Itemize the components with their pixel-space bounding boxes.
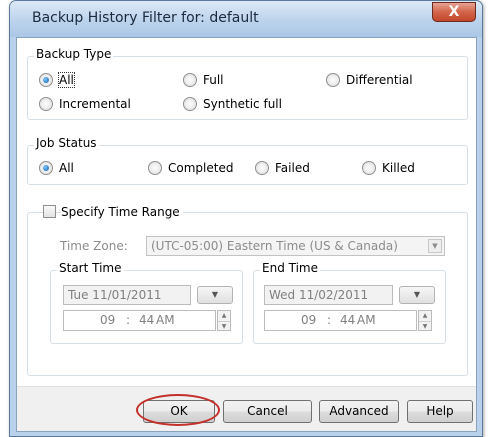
start-time-legend: Start Time (57, 261, 124, 275)
backup-type-synthetic-full-label: Synthetic full (203, 97, 282, 111)
start-date-dropdown-button[interactable]: ▼ (197, 286, 233, 304)
job-status-failed-label: Failed (275, 161, 310, 175)
backup-type-synthetic-full-radio[interactable]: Synthetic full (183, 97, 282, 111)
radio-selected-icon (39, 73, 53, 87)
radio-selected-icon (39, 161, 53, 175)
radio-icon (255, 161, 269, 175)
backup-type-all-radio[interactable]: All (39, 72, 75, 88)
start-hour: 09 (100, 313, 116, 327)
ok-button[interactable]: OK (143, 400, 215, 423)
chevron-down-icon: ▼ (428, 239, 442, 253)
radio-icon (39, 97, 53, 111)
backup-type-incremental-label: Incremental (59, 97, 131, 111)
job-status-legend: Job Status (34, 136, 99, 150)
cancel-button[interactable]: Cancel (223, 400, 312, 423)
job-status-all-radio[interactable]: All (39, 161, 74, 175)
end-time-legend: End Time (260, 261, 320, 275)
end-date-value: Wed 11/02/2011 (269, 288, 369, 302)
spinner-down-icon[interactable]: ▼ (218, 320, 230, 331)
spinner-up-icon[interactable]: ▲ (419, 311, 431, 321)
end-time-spinner[interactable]: ▲ ▼ (418, 310, 432, 331)
spinner-down-icon[interactable]: ▼ (419, 320, 431, 331)
dialog-body: Backup Type All Full Differential Increm… (16, 37, 477, 432)
end-time-separator: : (327, 313, 332, 327)
dialog-window: Backup History Filter for: default X Bac… (9, 0, 483, 437)
start-date-field[interactable]: Tue 11/01/2011 (63, 285, 191, 305)
time-zone-select[interactable]: (UTC-05:00) Eastern Time (US & Canada) ▼ (146, 236, 445, 256)
close-button[interactable]: X (432, 2, 476, 22)
start-time-group: Start Time (50, 261, 243, 344)
window-title: Backup History Filter for: default (32, 10, 259, 26)
end-hour: 09 (301, 313, 317, 327)
job-status-killed-label: Killed (382, 161, 415, 175)
end-ampm: AM (357, 313, 376, 327)
start-time-field[interactable]: 09 : 44 AM (63, 310, 216, 331)
advanced-button[interactable]: Advanced (319, 400, 399, 423)
radio-icon (326, 73, 340, 87)
backup-type-full-label: Full (203, 73, 224, 87)
backup-type-differential-radio[interactable]: Differential (326, 73, 413, 87)
specify-time-range-checkbox[interactable] (43, 205, 56, 218)
backup-type-all-label: All (58, 72, 75, 88)
radio-icon (183, 73, 197, 87)
title-bar[interactable]: Backup History Filter for: default X (10, 1, 482, 37)
end-minute: 44 (340, 313, 356, 327)
start-time-separator: : (126, 313, 131, 327)
radio-icon (148, 161, 162, 175)
end-time-group: End Time (253, 261, 446, 344)
chevron-down-icon: ▼ (211, 290, 219, 299)
job-status-completed-radio[interactable]: Completed (148, 161, 233, 175)
backup-type-incremental-radio[interactable]: Incremental (39, 97, 131, 111)
job-status-killed-radio[interactable]: Killed (362, 161, 415, 175)
job-status-failed-radio[interactable]: Failed (255, 161, 310, 175)
radio-icon (183, 97, 197, 111)
backup-type-legend: Backup Type (34, 47, 114, 61)
time-zone-label: Time Zone: (60, 239, 128, 253)
spinner-up-icon[interactable]: ▲ (218, 311, 230, 321)
radio-icon (362, 161, 376, 175)
start-minute: 44 (139, 313, 155, 327)
backup-type-differential-label: Differential (346, 73, 413, 87)
job-status-all-label: All (59, 161, 74, 175)
time-zone-value: (UTC-05:00) Eastern Time (US & Canada) (151, 239, 398, 253)
job-status-completed-label: Completed (168, 161, 234, 175)
chevron-down-icon: ▼ (413, 290, 421, 299)
end-date-dropdown-button[interactable]: ▼ (399, 286, 435, 304)
specify-time-range-label: Specify Time Range (61, 205, 183, 219)
close-icon: X (448, 4, 460, 20)
help-button[interactable]: Help (407, 400, 473, 423)
backup-type-full-radio[interactable]: Full (183, 73, 224, 87)
start-ampm: AM (156, 313, 175, 327)
end-time-field[interactable]: 09 : 44 AM (264, 310, 417, 331)
start-date-value: Tue 11/01/2011 (68, 288, 162, 302)
start-time-spinner[interactable]: ▲ ▼ (217, 310, 231, 331)
end-date-field[interactable]: Wed 11/02/2011 (264, 285, 393, 305)
